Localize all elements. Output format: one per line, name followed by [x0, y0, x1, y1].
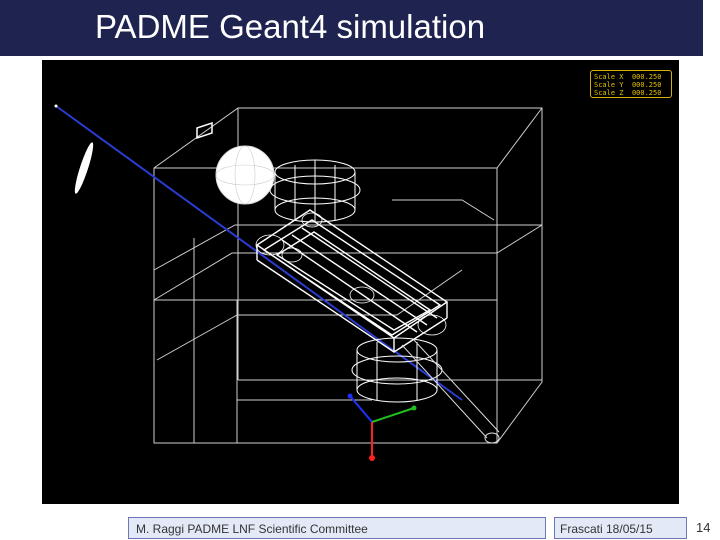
detector-wireframe	[54, 104, 543, 461]
axis-y	[371, 407, 415, 423]
title-bar: PADME Geant4 simulation	[0, 0, 703, 56]
geant4-viewport[interactable]: Scale X 000.250 Scale Y 000.250 Scale Z …	[42, 60, 679, 504]
magnet-barrel	[255, 209, 449, 353]
footer-date-box: Frascati 18/05/15	[554, 517, 687, 539]
scale-y-row: Scale Y 000.250	[594, 81, 662, 89]
target-fragment	[74, 142, 94, 194]
page-number: 14	[696, 520, 711, 535]
slide-title: PADME Geant4 simulation	[95, 8, 486, 45]
sphere	[215, 145, 275, 205]
scale-readout: Scale X 000.250 Scale Y 000.250 Scale Z …	[590, 70, 672, 98]
scale-x-row: Scale X 000.250	[594, 73, 662, 81]
axes-gizmo	[347, 393, 417, 461]
outer-box	[153, 107, 543, 444]
footer-author: M. Raggi PADME LNF Scientific Committee	[136, 522, 368, 536]
footer-author-box: M. Raggi PADME LNF Scientific Committee	[128, 517, 546, 539]
scale-z-row: Scale Z 000.250	[594, 89, 662, 97]
lower-cylinder	[351, 337, 443, 403]
footer-date: Frascati 18/05/15	[560, 522, 653, 536]
